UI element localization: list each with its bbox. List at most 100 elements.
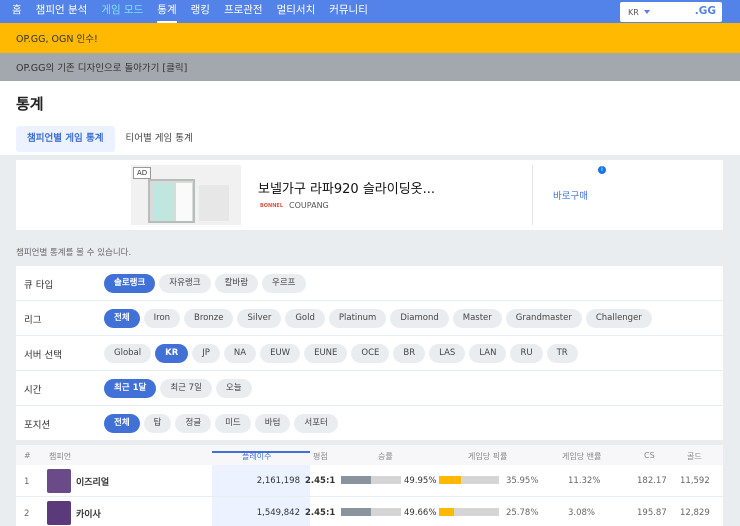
- filter-chip[interactable]: OCE: [351, 344, 390, 363]
- filter-label: 큐 타입: [24, 280, 54, 291]
- ad-title[interactable]: 보넬가구 라파920 슬라이딩옷...: [258, 178, 435, 197]
- filter-chip[interactable]: 오늘: [215, 379, 252, 398]
- row-plays: 2,161,198: [256, 476, 300, 486]
- notice-text[interactable]: OP.GG, OGN 인수!: [16, 31, 98, 45]
- filter-chip[interactable]: NA: [223, 344, 257, 363]
- tab-champion-stats[interactable]: 챔피언별 게임 통계: [16, 126, 115, 152]
- region-select[interactable]: KR: [620, 8, 650, 17]
- filter-label: 리그: [24, 315, 42, 326]
- filter-chip[interactable]: JP: [192, 344, 220, 363]
- filter-chip[interactable]: EUW: [260, 344, 301, 363]
- champion-portrait[interactable]: [47, 501, 71, 525]
- filter-chip[interactable]: KR: [155, 344, 189, 363]
- filter-chip[interactable]: Silver: [237, 309, 282, 328]
- filter-chip[interactable]: Platinum: [328, 309, 387, 328]
- nav-item[interactable]: 랭킹: [191, 0, 210, 23]
- filter-row-position: 포지션 전체 탑 정글 미드 바텀 서포터: [16, 406, 723, 441]
- col-winrate[interactable]: 승률: [378, 451, 393, 462]
- nav-item[interactable]: 홈: [12, 0, 22, 23]
- filter-chip[interactable]: Diamond: [390, 309, 449, 328]
- page-title: 통계: [16, 95, 44, 113]
- filter-chip[interactable]: 미드: [215, 414, 251, 433]
- legacy-design-banner[interactable]: OP.GG의 기존 디자인으로 돌아가기 [클릭]: [0, 53, 740, 81]
- col-champion[interactable]: 챔피언: [49, 451, 71, 462]
- winrate-fill: [341, 508, 371, 516]
- filter-chip[interactable]: BR: [393, 344, 426, 363]
- filter-chip[interactable]: 정글: [175, 414, 212, 433]
- search-submit-logo[interactable]: .GG: [695, 5, 716, 17]
- filter-chip[interactable]: 서포터: [294, 414, 338, 433]
- ad-banner[interactable]: AD 보넬가구 라파920 슬라이딩옷... BONNEL COUPANG 바로…: [16, 160, 723, 230]
- filter-chip[interactable]: 전체: [104, 414, 140, 433]
- filter-label: 포지션: [24, 420, 51, 431]
- row-cs: 182.17: [637, 476, 667, 486]
- filter-chip[interactable]: Bronze: [184, 309, 234, 328]
- nav-item[interactable]: 통계: [157, 0, 177, 23]
- ad-info-icon[interactable]: i: [598, 166, 606, 174]
- row-plays: 1,549,842: [256, 508, 300, 518]
- col-gold[interactable]: 골드: [687, 451, 702, 462]
- col-pickrate[interactable]: 게임당 밴률: [562, 451, 601, 462]
- filter-chip[interactable]: LAN: [469, 344, 507, 363]
- top-nav: 홈 챔피언 분석 게임 모드 통계 랭킹 프로관전 멀티서치 커뮤니티 KR .GG: [0, 0, 740, 23]
- champion-name[interactable]: 이즈리얼: [76, 475, 109, 488]
- banrate-fill: [439, 508, 455, 516]
- filter-chip[interactable]: Global: [104, 344, 152, 363]
- winrate-fill: [341, 476, 371, 484]
- filter-chip[interactable]: 바텀: [254, 414, 291, 433]
- filter-row-queue: 큐 타입 솔로랭크 자유랭크 칼바람 우르프: [16, 266, 723, 301]
- ad-buy-button[interactable]: 바로구매: [532, 165, 608, 225]
- filter-chip[interactable]: 솔로랭크: [104, 274, 156, 293]
- filter-chip[interactable]: Master: [452, 309, 502, 328]
- caret-down-icon: [643, 10, 650, 14]
- filter-chip[interactable]: 최근 1달: [104, 379, 157, 398]
- champion-stats-table: # 챔피언 플레이수 평점 승률 게임당 픽률 게임당 밴률 CS 골드 1 이즈…: [16, 445, 723, 526]
- filter-chip[interactable]: 최근 7일: [160, 379, 212, 398]
- filter-chip[interactable]: 우르프: [262, 274, 306, 293]
- filter-chip[interactable]: Gold: [285, 309, 325, 328]
- banrate-fill: [439, 476, 461, 484]
- champion-name[interactable]: 카이사: [76, 507, 101, 520]
- nav-item[interactable]: 챔피언 분석: [36, 0, 88, 23]
- row-gold: 12,829: [680, 508, 710, 518]
- nav-item[interactable]: 게임 모드: [101, 0, 143, 23]
- sort-indicator: [212, 451, 310, 453]
- filter-chip[interactable]: 칼바람: [214, 274, 259, 293]
- nav-menu: 홈 챔피언 분석 게임 모드 통계 랭킹 프로관전 멀티서치 커뮤니티: [0, 0, 382, 23]
- row-banrate: 35.95%: [506, 476, 539, 486]
- col-banrate[interactable]: 게임당 픽률: [468, 451, 507, 462]
- champion-portrait[interactable]: [47, 469, 71, 493]
- filter-panel: 큐 타입 솔로랭크 자유랭크 칼바람 우르프 리그 전체 Iron Bronze Silver Go…: [16, 266, 723, 441]
- filter-row-league: 리그 전체 Iron Bronze Silver Gold Platinum Diamond M…: [16, 301, 723, 336]
- filter-chip[interactable]: RU: [510, 344, 543, 363]
- table-row[interactable]: 1 이즈리얼 2,161,198 2.45:1 49.95% 35.95% 11.32% 18…: [16, 465, 723, 497]
- col-cs[interactable]: CS: [644, 451, 655, 460]
- region-search-box[interactable]: KR .GG: [620, 2, 722, 22]
- row-gold: 11,592: [680, 476, 710, 486]
- filter-chip[interactable]: LAS: [429, 344, 466, 363]
- nav-item[interactable]: 멀티서치: [277, 0, 316, 23]
- filter-chip[interactable]: 자유랭크: [159, 274, 211, 293]
- table-body: 1 이즈리얼 2,161,198 2.45:1 49.95% 35.95% 11.32% 18…: [16, 465, 723, 526]
- nav-item[interactable]: 커뮤니티: [329, 0, 368, 23]
- filter-chip[interactable]: EUNE: [304, 344, 348, 363]
- row-pickrate: 3.08%: [568, 508, 596, 518]
- filter-chip[interactable]: TR: [546, 344, 578, 363]
- legacy-design-link[interactable]: OP.GG의 기존 디자인으로 돌아가기 [클릭]: [16, 60, 187, 74]
- filter-chip[interactable]: 탑: [143, 414, 172, 433]
- winrate-bar: [341, 476, 401, 484]
- stats-tabs: 챔피언별 게임 통계 티어별 게임 통계: [16, 126, 204, 152]
- notice-banner[interactable]: OP.GG, OGN 인수!: [0, 23, 740, 53]
- filter-chip[interactable]: Iron: [143, 309, 181, 328]
- banrate-bar: [439, 508, 499, 516]
- tab-tier-stats[interactable]: 티어별 게임 통계: [115, 126, 204, 152]
- filter-chip[interactable]: Grandmaster: [505, 309, 582, 328]
- filter-chip[interactable]: 전체: [104, 309, 140, 328]
- filter-chip[interactable]: Challenger: [585, 309, 652, 328]
- col-kda[interactable]: 평점: [313, 451, 328, 462]
- filter-label: 서버 선택: [24, 350, 62, 361]
- table-row[interactable]: 2 카이사 1,549,842 2.45:1 49.66% 25.78% 3.08% 195.…: [16, 497, 723, 526]
- filter-row-server: 서버 선택 Global KR JP NA EUW EUNE OCE BR LAS LAN RU TR: [16, 336, 723, 371]
- nav-item[interactable]: 프로관전: [224, 0, 263, 23]
- table-header: # 챔피언 플레이수 평점 승률 게임당 픽률 게임당 밴률 CS 골드: [16, 445, 723, 465]
